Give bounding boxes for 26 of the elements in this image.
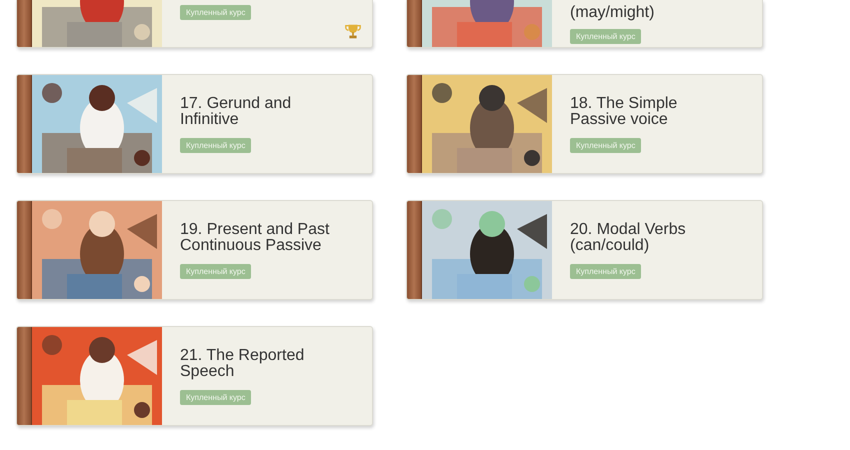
course-card[interactable]: 20. Modal Verbs (can/could) Купленный курс <box>406 200 763 300</box>
purchased-badge: Купленный курс <box>180 264 252 278</box>
purchased-badge: Купленный курс <box>570 264 642 278</box>
book-spine-icon <box>17 201 32 299</box>
book-spine-icon <box>407 0 422 47</box>
course-card[interactable]: 18. The Simple Passive voice Купленный курс <box>406 74 763 174</box>
course-title[interactable]: 19. Present and Past Continuous Passive <box>180 222 345 254</box>
course-card[interactable]: 19. Present and Past Continuous Passive Купленный курс <box>16 200 373 300</box>
course-card[interactable]: 21. The Reported Speech Купленный курс <box>16 326 373 426</box>
course-title[interactable]: 20. Modal Verbs (can/could) <box>570 222 735 254</box>
purchased-badge: Купленный курс <box>570 29 642 44</box>
purchased-badge: Купленный курс <box>570 138 642 152</box>
course-card[interactable]: 17. Gerund and Infinitive Купленный курс <box>16 74 373 174</box>
course-title[interactable]: (may/might) <box>570 5 654 21</box>
purchased-badge: Купленный курс <box>180 138 252 152</box>
purchased-badge: Купленный курс <box>180 5 252 20</box>
course-title[interactable]: 17. Gerund and Infinitive <box>180 96 345 128</box>
book-spine-icon <box>17 75 32 173</box>
book-spine-icon <box>17 327 32 425</box>
course-card[interactable]: (may/might) Купленный курс <box>406 0 763 48</box>
book-spine-icon <box>17 0 32 47</box>
book-spine-icon <box>407 75 422 173</box>
book-spine-icon <box>407 201 422 299</box>
course-title[interactable]: 18. The Simple Passive voice <box>570 96 735 128</box>
purchased-badge: Купленный курс <box>180 390 252 404</box>
course-title[interactable]: 21. The Reported Speech <box>180 348 345 380</box>
